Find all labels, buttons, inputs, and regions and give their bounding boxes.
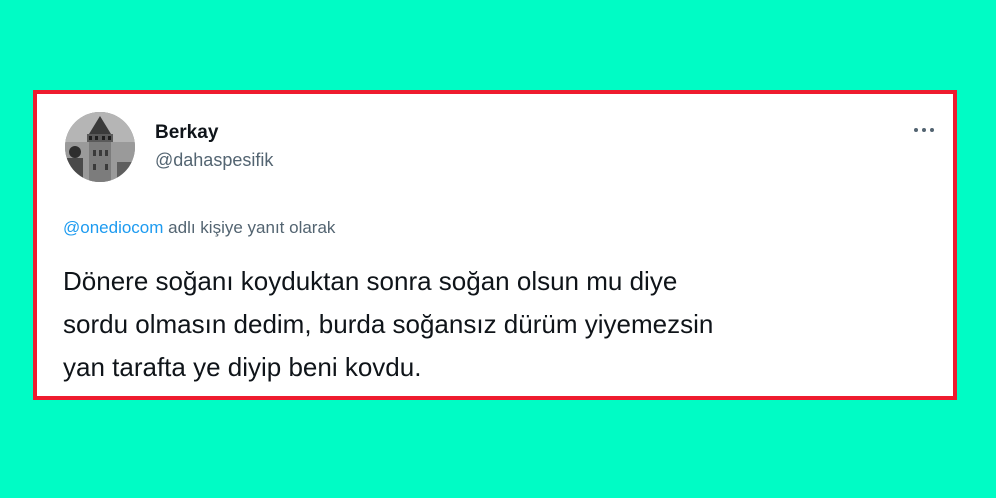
tweet-text: Dönere soğanı koyduktan sonra soğan olsu… <box>63 260 933 389</box>
display-name[interactable]: Berkay <box>155 122 218 144</box>
avatar[interactable] <box>65 112 135 182</box>
tweet-text-line: sordu olmasın dedim, burda soğansız dürü… <box>63 309 714 339</box>
reply-mention-link[interactable]: @onediocom <box>63 218 163 237</box>
reply-context-text: adlı kişiye yanıt olarak <box>168 218 336 237</box>
user-handle[interactable]: @dahaspesifik <box>155 150 273 171</box>
tweet-card[interactable]: Berkay @dahaspesifik @onediocom adlı kiş… <box>33 90 957 400</box>
more-horizontal-icon <box>914 128 918 132</box>
reply-context: @onediocom adlı kişiye yanıt olarak <box>63 218 335 238</box>
more-horizontal-icon-dot <box>922 128 926 132</box>
more-horizontal-icon-dot <box>930 128 934 132</box>
more-options-button[interactable] <box>909 120 939 140</box>
tweet-text-line: Dönere soğanı koyduktan sonra soğan olsu… <box>63 266 678 296</box>
tweet-text-line: yan tarafta ye diyip beni kovdu. <box>63 352 422 382</box>
galata-tower-avatar-icon <box>65 112 135 182</box>
